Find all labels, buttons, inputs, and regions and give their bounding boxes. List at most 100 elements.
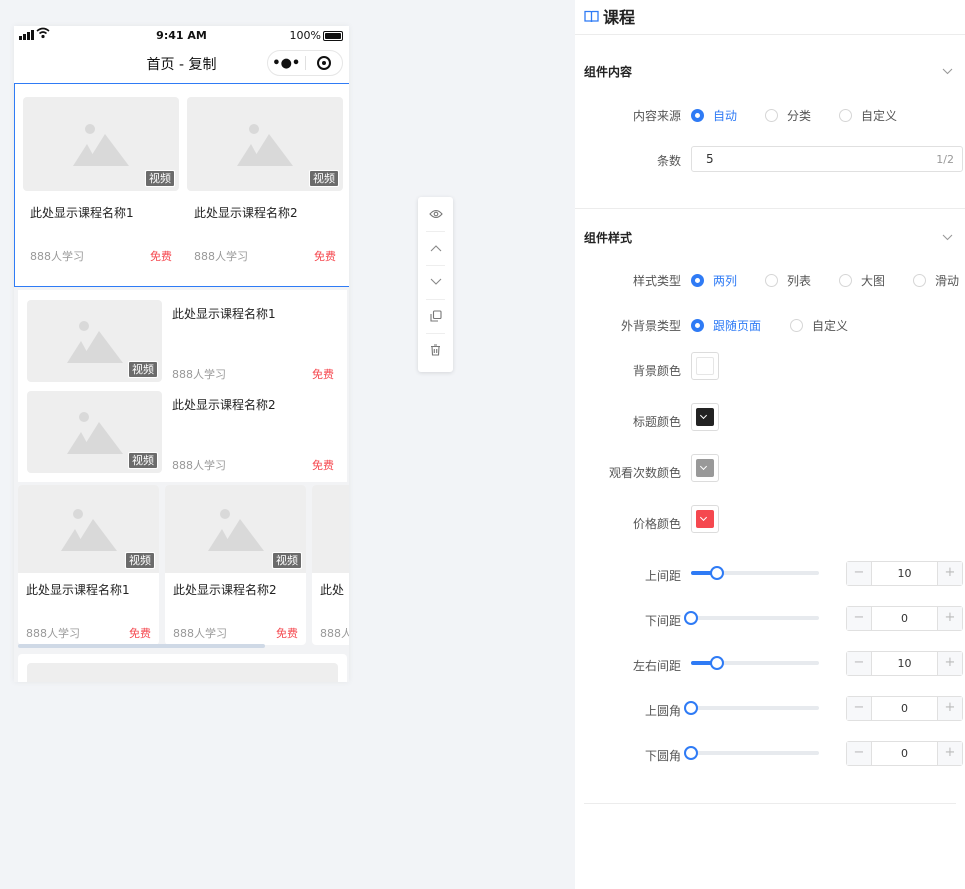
decrement-button[interactable]: − (847, 607, 871, 630)
count-counter: 1/2 (936, 153, 954, 166)
move-up-icon[interactable] (418, 231, 453, 265)
settings-panel: 课程 组件内容 内容来源 自动 分类 自定义 条数 5 1/2 组件样式 样式类… (575, 0, 965, 889)
course-name[interactable]: 此处 (320, 581, 344, 598)
course-block-big[interactable] (18, 654, 347, 682)
more-icon[interactable]: •●• (268, 56, 305, 71)
learner-count: 888人学习 (30, 250, 84, 263)
increment-button[interactable]: + (938, 652, 962, 675)
video-badge: 视频 (272, 552, 302, 569)
radio-source-category[interactable]: 分类 (765, 107, 811, 124)
course-name[interactable]: 此处显示课程名称2 (194, 204, 298, 221)
learner-count: 888人学习 (26, 627, 80, 640)
radius-bottom-value[interactable]: 0 (871, 742, 938, 765)
battery-percent: 100% (289, 29, 321, 42)
bg-color-picker[interactable] (691, 352, 719, 380)
delete-icon[interactable] (418, 333, 453, 367)
course-thumbnail[interactable]: 视频 (23, 97, 179, 191)
radio-bg-custom[interactable]: 自定义 (790, 317, 848, 334)
radius-bottom-slider[interactable] (684, 746, 819, 760)
margin-bottom-value[interactable]: 0 (871, 607, 938, 630)
style-type-label: 样式类型 (632, 274, 681, 288)
increment-button[interactable]: + (938, 607, 962, 630)
radius-top-label: 上圆角 (644, 704, 681, 718)
panel-title: 课程 (584, 4, 635, 28)
margin-side-label: 左右间距 (632, 659, 681, 673)
copy-icon[interactable] (418, 299, 453, 333)
preview-eye-icon[interactable] (418, 197, 453, 231)
chevron-down-icon[interactable] (942, 230, 953, 244)
horizontal-scrollbar[interactable] (18, 644, 265, 648)
margin-bottom-label: 下间距 (644, 614, 681, 628)
increment-button[interactable]: + (938, 562, 962, 585)
course-price: 免费 (276, 627, 298, 640)
radio-style-big-image[interactable]: 大图 (839, 272, 885, 289)
radio-bg-follow-page[interactable]: 跟随页面 (691, 317, 761, 334)
margin-bottom-stepper[interactable]: − 0 + (846, 606, 963, 631)
nav-bar: 首页 - 复制 •●• (14, 46, 349, 83)
radius-top-slider[interactable] (684, 701, 819, 715)
radius-top-stepper[interactable]: − 0 + (846, 696, 963, 721)
course-thumbnail[interactable] (312, 485, 349, 573)
course-thumbnail[interactable]: 视频 (165, 485, 306, 573)
course-name[interactable]: 此处显示课程名称1 (172, 305, 276, 322)
decrement-button[interactable]: − (847, 742, 871, 765)
course-name[interactable]: 此处显示课程名称1 (30, 204, 134, 221)
decrement-button[interactable]: − (847, 562, 871, 585)
course-card[interactable]: 视频 此处显示课程名称2 888人学习 免费 (165, 485, 306, 645)
course-block-list[interactable]: 视频 此处显示课程名称1 888人学习 免费 视频 此处显示课程名称2 888人… (18, 290, 347, 482)
margin-side-stepper[interactable]: − 10 + (846, 651, 963, 676)
learner-count: 888人 (320, 627, 349, 640)
course-thumbnail[interactable]: 视频 (27, 300, 162, 382)
course-thumbnail[interactable] (27, 663, 338, 682)
margin-top-label: 上间距 (644, 569, 681, 583)
course-card[interactable]: 此处 888人 (312, 485, 349, 645)
margin-side-value[interactable]: 10 (871, 652, 938, 675)
radio-source-custom[interactable]: 自定义 (839, 107, 897, 124)
course-name[interactable]: 此处显示课程名称2 (172, 396, 276, 413)
book-icon (584, 10, 599, 22)
course-thumbnail[interactable]: 视频 (18, 485, 159, 573)
count-input[interactable]: 5 1/2 (691, 146, 963, 172)
course-block-two-column[interactable]: 视频 此处显示课程名称1 888人学习 免费 视频 此处显示课程名称2 888人… (14, 83, 349, 287)
radius-bottom-stepper[interactable]: − 0 + (846, 741, 963, 766)
radio-style-two-column[interactable]: 两列 (691, 272, 737, 289)
move-down-icon[interactable] (418, 265, 453, 299)
image-placeholder-icon (73, 124, 129, 166)
course-thumbnail[interactable]: 视频 (27, 391, 162, 473)
radius-top-value[interactable]: 0 (871, 697, 938, 720)
close-target-icon[interactable] (316, 56, 331, 70)
increment-button[interactable]: + (938, 697, 962, 720)
video-badge: 视频 (309, 170, 339, 187)
margin-top-value[interactable]: 10 (871, 562, 938, 585)
image-placeholder-icon (207, 509, 264, 551)
radio-style-list[interactable]: 列表 (765, 272, 811, 289)
margin-top-slider[interactable] (691, 566, 819, 580)
margin-bottom-slider[interactable] (684, 611, 819, 625)
course-card[interactable]: 视频 此处显示课程名称1 888人学习 免费 (18, 485, 159, 645)
group-content-title[interactable]: 组件内容 (584, 63, 632, 80)
group-style-title[interactable]: 组件样式 (584, 229, 632, 246)
course-price: 免费 (312, 368, 334, 381)
radio-source-auto[interactable]: 自动 (691, 107, 737, 124)
views-color-label: 观看次数颜色 (608, 466, 681, 480)
learner-count: 888人学习 (194, 250, 248, 263)
course-name[interactable]: 此处显示课程名称1 (26, 581, 130, 598)
battery-icon (323, 31, 343, 41)
increment-button[interactable]: + (938, 742, 962, 765)
status-bar: 9:41 AM 100% (14, 26, 349, 46)
price-color-picker[interactable] (691, 505, 719, 533)
decrement-button[interactable]: − (847, 652, 871, 675)
radio-style-slide[interactable]: 滑动 (913, 272, 959, 289)
course-price: 免费 (312, 459, 334, 472)
course-price: 免费 (314, 250, 336, 263)
course-name[interactable]: 此处显示课程名称2 (173, 581, 277, 598)
mini-program-capsule: •●• (267, 50, 343, 76)
margin-side-slider[interactable] (691, 656, 819, 670)
views-color-picker[interactable] (691, 454, 719, 482)
course-thumbnail[interactable]: 视频 (187, 97, 343, 191)
radius-bottom-label: 下圆角 (644, 749, 681, 763)
margin-top-stepper[interactable]: − 10 + (846, 561, 963, 586)
chevron-down-icon[interactable] (942, 64, 953, 78)
title-color-picker[interactable] (691, 403, 719, 431)
decrement-button[interactable]: − (847, 697, 871, 720)
